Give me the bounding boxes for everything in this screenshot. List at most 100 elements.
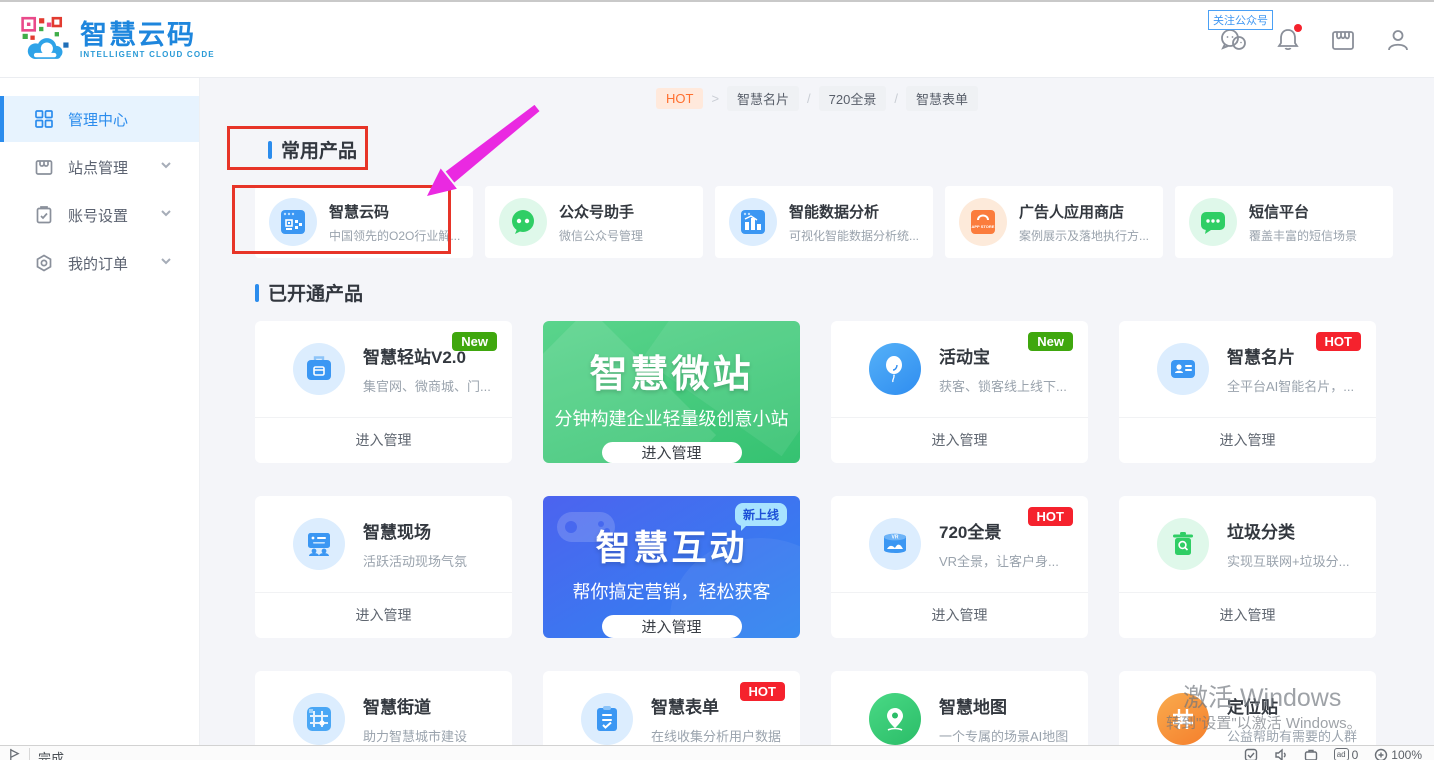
product-title: 短信平台: [1249, 201, 1357, 222]
enter-manage-button[interactable]: 进入管理: [255, 417, 512, 463]
product-subtitle: 覆盖丰富的短信场景: [1249, 227, 1357, 244]
app-store-text: APP STORE: [972, 224, 995, 229]
breadcrumb: HOT > 智慧名片 / 720全景 / 智慧表单: [200, 86, 1434, 111]
brand-subtitle: INTELLIGENT CLOUD CODE: [80, 50, 215, 59]
sidebar-item-label: 站点管理: [68, 157, 128, 178]
chevron-down-icon: [159, 254, 173, 272]
zoom-value: 100%: [1391, 748, 1422, 760]
speaker-icon[interactable]: [1274, 748, 1288, 760]
ad-chip-label: ad: [1334, 748, 1349, 760]
product-card-garbage-sorting[interactable]: 垃圾分类 实现互联网+垃圾分... 进入管理: [1119, 496, 1376, 638]
hot-badge: HOT: [1316, 332, 1361, 351]
grid-icon: [34, 109, 54, 129]
sidebar-item-account-settings[interactable]: 账号设置: [0, 192, 199, 238]
product-subtitle: 实现互联网+垃圾分...: [1227, 551, 1349, 570]
product-subtitle: 一个专属的场景AI地图: [939, 726, 1068, 745]
section-title-label: 常用产品: [281, 136, 357, 163]
banner-card-smart-interaction[interactable]: 新上线 智慧互动 帮你搞定营销，轻松获客 进入管理: [543, 496, 800, 638]
trash-search-icon: [1157, 518, 1209, 570]
product-title: 智慧街道: [363, 693, 467, 718]
breadcrumb-item[interactable]: 720全景: [819, 86, 887, 111]
breadcrumb-item[interactable]: 智慧名片: [727, 86, 799, 111]
enter-manage-button[interactable]: 进入管理: [831, 592, 1088, 638]
ad-count: 0: [1352, 748, 1359, 760]
qr-app-icon: [269, 198, 317, 246]
logo-qr-cloud-icon: [20, 15, 72, 63]
section-title-label: 已开通产品: [268, 279, 363, 306]
sidebar-item-my-orders[interactable]: 我的订单: [0, 240, 199, 286]
hot-badge: HOT: [1028, 507, 1073, 526]
product-subtitle: 中国领先的O2O行业解...: [329, 227, 460, 244]
wechat-icon[interactable]: [1219, 26, 1247, 54]
check-square-icon[interactable]: [1244, 748, 1258, 760]
enter-manage-button[interactable]: 进入管理: [255, 592, 512, 638]
main-content: HOT > 智慧名片 / 720全景 / 智慧表单 常用产品: [200, 78, 1434, 760]
store-icon[interactable]: [1329, 26, 1357, 54]
balloon-icon: [869, 343, 921, 395]
follow-official-account-badge: 关注公众号: [1208, 10, 1273, 30]
section-title-common-products: 常用产品: [268, 136, 357, 163]
hot-badge: HOT: [740, 682, 785, 701]
new-badge: New: [1028, 332, 1073, 351]
enter-manage-button[interactable]: 进入管理: [602, 615, 742, 638]
new-badge: New: [452, 332, 497, 351]
banner-title: 智慧互动: [595, 520, 747, 571]
sidebar-item-label: 管理中心: [68, 109, 128, 130]
form-clipboard-icon: [581, 693, 633, 745]
product-title: 智能数据分析: [789, 201, 919, 222]
enter-manage-button[interactable]: 进入管理: [1119, 592, 1376, 638]
briefcase-icon[interactable]: [1304, 748, 1318, 760]
product-title: 广告人应用商店: [1019, 201, 1149, 222]
product-subtitle: 微信公众号管理: [559, 227, 643, 244]
id-card-icon: [1157, 343, 1209, 395]
breadcrumb-separator: /: [807, 91, 811, 106]
product-card-light-station[interactable]: New 智慧轻站V2.0 集官网、微商城、门... 进入管理: [255, 321, 512, 463]
zoom-level-control[interactable]: 100%: [1374, 748, 1422, 760]
enter-manage-button[interactable]: 进入管理: [602, 442, 742, 463]
enter-manage-button[interactable]: 进入管理: [1119, 417, 1376, 463]
brand-title: 智慧云码: [80, 20, 215, 50]
product-title: 智慧现场: [363, 518, 467, 543]
sidebar-item-label: 我的订单: [68, 253, 128, 274]
common-card-app-store[interactable]: APP STORE 广告人应用商店 案例展示及落地执行方...: [945, 186, 1163, 258]
product-subtitle: 助力智慧城市建设: [363, 726, 467, 745]
bell-icon[interactable]: [1274, 26, 1302, 54]
breadcrumb-separator: /: [894, 91, 898, 106]
common-card-cloud-code[interactable]: 智慧云码 中国领先的O2O行业解...: [255, 186, 473, 258]
banner-card-micro-site[interactable]: 智慧微站 分钟构建企业轻量级创意小站 进入管理: [543, 321, 800, 463]
common-card-data-analysis[interactable]: 智能数据分析 可视化智能数据分析统...: [715, 186, 933, 258]
street-map-icon: [293, 693, 345, 745]
app-header: 智慧云码 INTELLIGENT CLOUD CODE 关注公众号: [0, 0, 1434, 78]
app-store-bag-icon: APP STORE: [959, 198, 1007, 246]
enter-manage-button[interactable]: 进入管理: [831, 417, 1088, 463]
sms-bubble-icon: [1189, 198, 1237, 246]
user-icon[interactable]: [1384, 26, 1412, 54]
sidebar-item-label: 账号设置: [68, 205, 128, 226]
vr-text: VR: [892, 535, 899, 541]
product-subtitle: 可视化智能数据分析统...: [789, 227, 919, 244]
product-subtitle: VR全景，让客户身...: [939, 551, 1059, 570]
product-card-smart-scene[interactable]: 智慧现场 活跃活动现场气氛 进入管理: [255, 496, 512, 638]
brand-logo[interactable]: 智慧云码 INTELLIGENT CLOUD CODE: [20, 15, 215, 63]
status-divider: [29, 748, 30, 760]
banner-title: 智慧微站: [589, 343, 753, 398]
presentation-screen-icon: [293, 518, 345, 570]
storefront-icon: [34, 157, 54, 177]
breadcrumb-item[interactable]: 智慧表单: [906, 86, 978, 111]
banner-subtitle: 分钟构建企业轻量级创意小站: [555, 405, 789, 431]
sidebar-item-management-center[interactable]: 管理中心: [0, 96, 199, 142]
product-card-activity-treasure[interactable]: New 活动宝 获客、锁客线上线下... 进入管理: [831, 321, 1088, 463]
status-flag-icon: [8, 748, 21, 760]
notification-dot: [1294, 24, 1302, 32]
map-pin-icon: [869, 693, 921, 745]
breadcrumb-hot-tag[interactable]: HOT: [656, 88, 703, 109]
product-card-smart-business-card[interactable]: HOT 智慧名片 全平台AI智能名片，... 进入管理: [1119, 321, 1376, 463]
product-card-720-panorama[interactable]: HOT VR 720全景 VR全景，让客户身... 进入管理: [831, 496, 1088, 638]
sidebar-item-site-management[interactable]: 站点管理: [0, 144, 199, 190]
common-card-sms-platform[interactable]: 短信平台 覆盖丰富的短信场景: [1175, 186, 1393, 258]
ad-blocker-counter[interactable]: ad 0: [1334, 748, 1359, 760]
browser-status-bar: 完成 ad 0 100%: [0, 745, 1434, 760]
status-text: 完成: [38, 748, 64, 760]
product-title: 垃圾分类: [1227, 518, 1349, 543]
common-card-official-account-helper[interactable]: 公众号助手 微信公众号管理: [485, 186, 703, 258]
